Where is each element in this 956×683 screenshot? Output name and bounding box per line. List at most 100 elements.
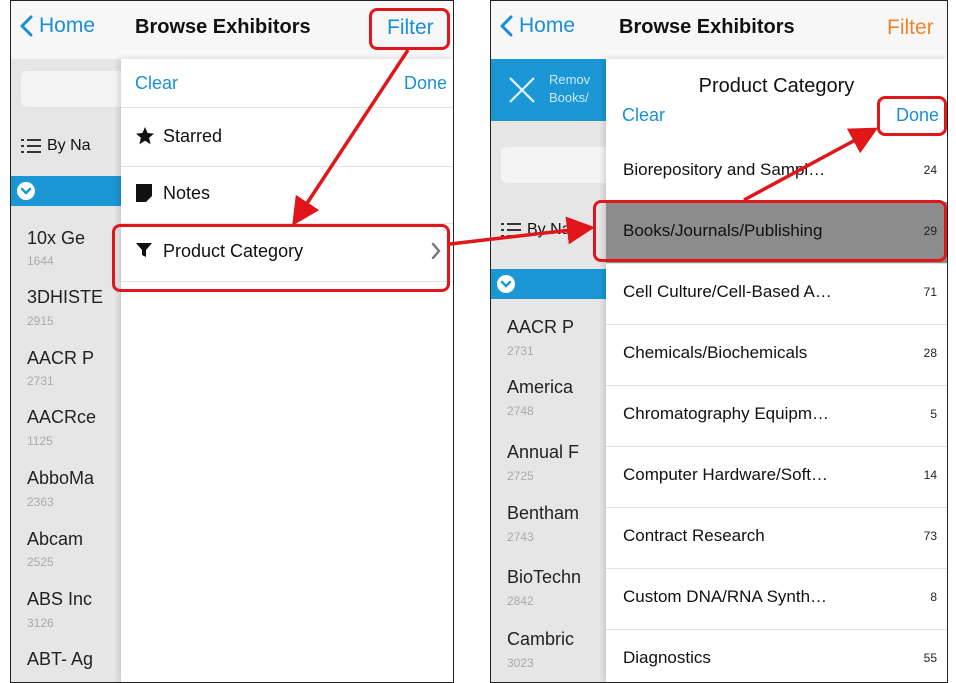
category-name: Books/Journals/Publishing <box>623 221 823 240</box>
exhibitor-name: Abcam <box>27 529 84 549</box>
list-icon <box>21 139 41 153</box>
chevron-left-icon <box>20 15 33 37</box>
category-count: 8 <box>930 590 937 604</box>
exhibitor-booth: 2748 <box>507 404 534 418</box>
exhibitor-name: ABT- Ag <box>27 649 94 669</box>
right-screen: Home Browse Exhibitors Filter By Na AACR… <box>490 0 948 683</box>
exhibitor-name: AACR P <box>27 348 95 368</box>
exhibitor-name: AbboMa <box>27 468 95 488</box>
exhibitor-name: 10x Ge <box>27 228 86 248</box>
exhibitor-name: AACR P <box>507 317 575 337</box>
category-count: 71 <box>923 285 937 299</box>
filter-panel: Clear Done Starred Notes Product Categor… <box>121 59 453 682</box>
category-row[interactable]: Computer Hardware/Soft… 14 <box>606 446 947 508</box>
back-label: Home <box>39 14 96 37</box>
exhibitor-booth: 2743 <box>507 530 534 544</box>
category-row[interactable]: Books/Journals/Publishing 29 <box>606 202 947 264</box>
exhibitor-name: Bentham <box>507 503 580 523</box>
filter-item-notes[interactable]: Notes <box>121 165 453 224</box>
chevron-right-icon <box>431 242 441 265</box>
exhibitor-booth: 2915 <box>27 314 54 328</box>
exhibitor-booth: 2725 <box>507 469 534 483</box>
category-name: Cell Culture/Cell-Based A… <box>623 282 832 301</box>
product-category-panel: Product Category Clear Done Biorepositor… <box>606 59 947 682</box>
exhibitor-booth: 2363 <box>27 495 54 509</box>
filter-button[interactable]: Filter <box>387 16 434 40</box>
exhibitor-name: ABS Inc <box>27 589 93 609</box>
done-button[interactable]: Done <box>404 73 447 94</box>
section-header[interactable] <box>11 176 123 206</box>
category-count: 29 <box>923 224 937 238</box>
remove-filter-chip[interactable]: Remov Books/ <box>491 59 609 121</box>
category-count: 73 <box>923 529 937 543</box>
chevron-down-icon <box>497 275 515 293</box>
funnel-icon <box>135 241 153 264</box>
remove-line-2: Books/ <box>549 90 589 105</box>
list-icon <box>501 223 521 237</box>
exhibitor-booth: 2842 <box>507 594 534 608</box>
exhibitor-name: AACRce <box>27 407 97 427</box>
filter-item-product-category[interactable]: Product Category <box>121 223 453 282</box>
star-icon <box>135 126 155 151</box>
category-row[interactable]: Custom DNA/RNA Synth… 8 <box>606 568 947 630</box>
category-count: 28 <box>923 346 937 360</box>
remove-line-1: Remov <box>549 72 591 87</box>
note-icon <box>135 183 153 208</box>
chevron-down-icon <box>17 182 35 200</box>
exhibitor-name: 3DHISTE <box>27 287 104 307</box>
filter-button[interactable]: Filter <box>887 16 934 40</box>
clear-button[interactable]: Clear <box>135 73 178 94</box>
exhibitor-booth: 2731 <box>507 344 534 358</box>
category-name: Chromatography Equipm… <box>623 404 829 423</box>
exhibitor-list: By Na AACR P 2731 America 2748 Annual F 272… <box>491 59 609 682</box>
category-row[interactable]: Chromatography Equipm… 5 <box>606 385 947 447</box>
exhibitor-name: Cambric <box>507 629 575 649</box>
category-name: Diagnostics <box>623 648 711 667</box>
category-row[interactable]: Biorepository and Sampl… 24 <box>606 141 947 203</box>
exhibitor-name: Annual F <box>507 442 580 462</box>
close-icon <box>507 75 537 110</box>
back-label: Home <box>519 14 576 37</box>
sort-label: By Na <box>47 137 91 154</box>
exhibitor-list: By Na 10x Ge 1644 3DHISTE 2915 AACR P 2731 … <box>11 59 123 682</box>
sort-by-name[interactable]: By Na <box>21 137 91 155</box>
search-bar[interactable] <box>21 71 123 107</box>
category-row[interactable]: Contract Research 73 <box>606 507 947 569</box>
section-header[interactable] <box>491 269 609 299</box>
nav-bar: Home Browse Exhibitors Filter <box>491 1 947 59</box>
exhibitor-booth: 2525 <box>27 555 54 569</box>
clear-button[interactable]: Clear <box>622 105 665 126</box>
sort-by-name[interactable]: By Na <box>501 221 571 239</box>
category-count: 5 <box>930 407 937 421</box>
exhibitor-booth: 1644 <box>27 254 54 268</box>
sort-label: By Na <box>527 221 571 238</box>
chevron-left-icon <box>500 15 513 37</box>
exhibitor-booth: 2731 <box>27 374 54 388</box>
category-count: 55 <box>923 651 937 665</box>
filter-item-label: Notes <box>163 183 211 203</box>
exhibitor-booth: 1125 <box>27 434 53 448</box>
exhibitor-name: BioTechn <box>507 567 582 587</box>
category-name: Chemicals/Biochemicals <box>623 343 808 362</box>
category-row[interactable]: Cell Culture/Cell-Based A… 71 <box>606 263 947 325</box>
nav-bar: Home Browse Exhibitors Filter <box>11 1 453 59</box>
back-button[interactable]: Home <box>19 14 95 38</box>
filter-item-label: Starred <box>163 126 223 146</box>
exhibitor-booth: 3126 <box>27 616 54 630</box>
page-title: Browse Exhibitors <box>135 16 311 38</box>
left-screen: Home Browse Exhibitors Filter By Na 10x … <box>10 0 454 683</box>
filter-item-starred[interactable]: Starred <box>121 107 453 167</box>
done-button[interactable]: Done <box>896 105 939 126</box>
exhibitor-name: America <box>507 377 574 397</box>
category-name: Computer Hardware/Soft… <box>623 465 829 484</box>
category-row[interactable]: Diagnostics 55 <box>606 629 947 682</box>
panel-title: Product Category <box>698 75 855 97</box>
filter-item-label: Product Category <box>163 241 304 261</box>
search-bar[interactable] <box>501 147 609 183</box>
category-count: 24 <box>923 163 937 177</box>
page-title: Browse Exhibitors <box>619 16 795 38</box>
category-row[interactable]: Chemicals/Biochemicals 28 <box>606 324 947 386</box>
back-button[interactable]: Home <box>499 14 575 38</box>
category-name: Biorepository and Sampl… <box>623 160 826 179</box>
remove-filter-text: Remov Books/ <box>549 71 590 107</box>
